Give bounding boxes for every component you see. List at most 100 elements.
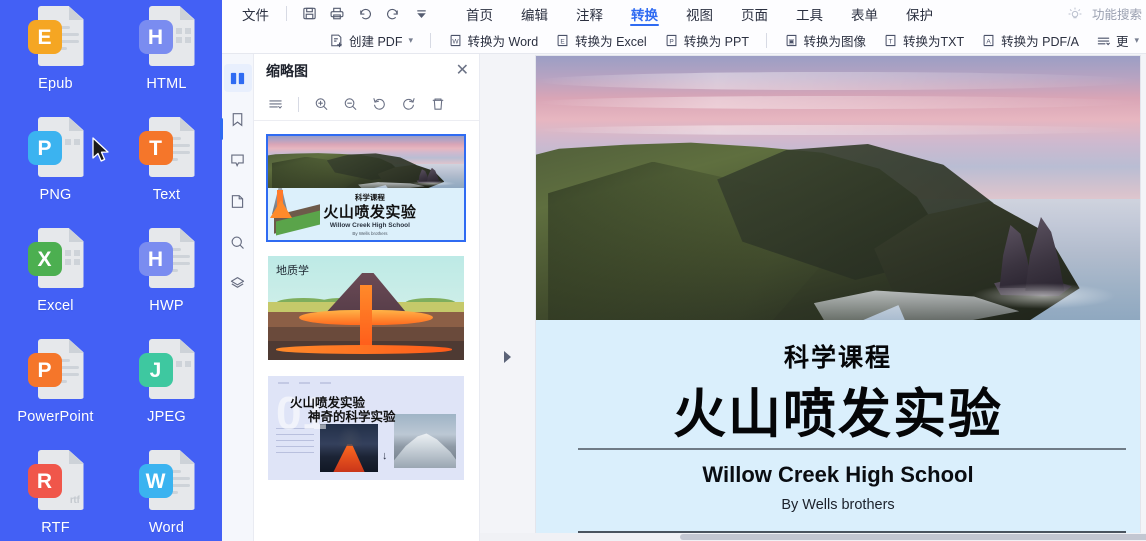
slide-2-canvas: 地质学 (268, 256, 464, 360)
page-hscrollbar[interactable] (480, 533, 1146, 541)
thumbnail-list[interactable]: 科学课程 火山喷发实验 Willow Creek High School By … (254, 122, 479, 541)
rotate-right-icon[interactable] (395, 92, 422, 116)
tab-转换[interactable]: 转换 (617, 0, 672, 27)
sidebar-item-attachments[interactable] (224, 187, 252, 215)
sidebar-item-bookmarks[interactable] (224, 105, 252, 133)
file-label: PNG (39, 187, 72, 203)
page-subtitle-cn: 科学课程 (783, 344, 893, 372)
rotate-left-icon[interactable] (366, 92, 393, 116)
tab-编辑[interactable]: 编辑 (507, 0, 562, 27)
tab-注释[interactable]: 注释 (562, 0, 617, 27)
quick-access-toolbar: 文件 (222, 3, 434, 25)
save-icon[interactable] (296, 3, 322, 25)
tab-页面[interactable]: 页面 (727, 0, 782, 27)
more-options-button[interactable]: 更 ▾ (1089, 29, 1146, 52)
close-icon[interactable]: ✕ (456, 63, 469, 79)
convert-to-image-button[interactable]: ▣ 转换为图像 (777, 29, 874, 52)
tool-label: 转换为图像 (803, 35, 867, 49)
slide-1-author: By Wells brothers (352, 231, 388, 236)
thumbnail-slide-3[interactable]: 01 火山喷发实验 神奇的科学实验 ↓ (268, 376, 464, 480)
file-label: Epub (38, 76, 73, 92)
tab-保护[interactable]: 保护 (892, 0, 947, 27)
page-title: 缩略图 (266, 63, 308, 79)
tool-label: 转换为 Word (467, 35, 539, 49)
list-options-icon[interactable] (262, 92, 289, 116)
chevron-down-icon: ▾ (408, 35, 414, 45)
ribbon-top-row: 文件 首页 编辑 注释 转换 视图 页面 工具 表单 保护 功能搜索 (222, 0, 1146, 27)
page-title-cn: 火山喷发实验 (673, 385, 1003, 444)
zoom-in-icon[interactable] (308, 92, 335, 116)
sidebar-item-search[interactable] (224, 228, 252, 256)
page-title-block: 科学课程 火山喷发实验 Willow Creek High School By … (536, 320, 1140, 540)
tool-label: 创建 PDF (349, 35, 403, 49)
convert-to-txt-icon: T (885, 34, 896, 47)
file-label: RTF (41, 520, 70, 536)
file-label: Word (148, 520, 185, 536)
convert-to-pdfa-button[interactable]: A 转换为 PDF/A (974, 29, 1086, 52)
file-badge: H (138, 242, 173, 276)
slide-1-school: Willow Creek High School (329, 222, 410, 229)
left-icon-rail (220, 54, 254, 541)
tab-表单[interactable]: 表单 (837, 0, 892, 27)
convert-to-image-icon: ▣ (786, 34, 796, 47)
lightbulb-icon[interactable] (1062, 3, 1088, 25)
file-type-powerpoint[interactable]: P PowerPoint (0, 333, 111, 425)
convert-to-excel-button[interactable]: E 转换为 Excel (548, 29, 654, 52)
page-school-name: Willow Creek High School (702, 462, 974, 487)
convert-to-txt-button[interactable]: T 转换为TXT (876, 29, 971, 52)
create-pdf-button[interactable]: 创建 PDF ▾ (322, 29, 420, 52)
svg-text:T: T (889, 38, 893, 45)
file-label: Text (152, 187, 181, 203)
document-viewer[interactable]: 科学课程 火山喷发实验 Willow Creek High School By … (480, 54, 1146, 541)
file-icon: P (27, 117, 84, 181)
slide-3-volcano-photo (320, 424, 378, 472)
convert-to-ppt-button[interactable]: P 转换为 PPT (657, 29, 756, 52)
tab-首页[interactable]: 首页 (452, 0, 507, 27)
page-hscrollbar-thumb[interactable] (680, 534, 1146, 540)
tool-label: 转换为 Excel (575, 35, 647, 49)
sidebar-item-thumbnails[interactable] (223, 64, 252, 92)
file-icon: J (138, 339, 195, 403)
file-type-grid: E Epub H HTML P PNG T Text X Excel H HWP P PowerPoint… (0, 0, 222, 541)
trash-icon[interactable] (424, 92, 451, 116)
arrow-down-icon: ↓ (382, 450, 388, 462)
svg-text:▣: ▣ (788, 38, 794, 45)
file-type-html[interactable]: H HTML (111, 0, 222, 92)
convert-to-word-button[interactable]: W 转换为 Word (441, 29, 546, 52)
slide-1-volcano-illustration (270, 186, 326, 240)
file-type-epub[interactable]: E Epub (0, 0, 111, 92)
slide-2-label: 地质学 (276, 265, 309, 277)
divider (430, 33, 431, 48)
page-hero-photo (536, 56, 1140, 320)
file-type-excel[interactable]: X Excel (0, 222, 111, 314)
file-menu-button[interactable]: 文件 (234, 4, 277, 24)
thumbnail-slide-1[interactable]: 科学课程 火山喷发实验 Willow Creek High School By … (266, 134, 466, 242)
file-type-hwp[interactable]: H HWP (111, 222, 222, 314)
thumbnail-slide-2[interactable]: 地质学 (268, 256, 464, 360)
print-icon[interactable] (324, 3, 350, 25)
file-type-rtf[interactable]: rtf R RTF (0, 444, 111, 536)
zoom-out-icon[interactable] (337, 92, 364, 116)
file-type-text[interactable]: T Text (111, 111, 222, 203)
tab-工具[interactable]: 工具 (782, 0, 837, 27)
ribbon-tabs: 首页 编辑 注释 转换 视图 页面 工具 表单 保护 (452, 0, 947, 27)
feature-search-label[interactable]: 功能搜索 (1092, 4, 1142, 23)
divider (766, 33, 767, 48)
file-badge: X (27, 242, 62, 276)
more-arrow-icon[interactable] (408, 3, 434, 25)
file-badge: P (27, 353, 62, 387)
undo-icon[interactable] (352, 3, 378, 25)
thumbnails-icon (230, 72, 245, 84)
file-icon: T (138, 117, 195, 181)
sidebar-item-layers[interactable] (224, 269, 252, 297)
file-type-jpeg[interactable]: J JPEG (111, 333, 222, 425)
file-type-word[interactable]: W Word (111, 444, 222, 536)
tab-视图[interactable]: 视图 (672, 0, 727, 27)
svg-text:P: P (669, 38, 674, 45)
redo-icon[interactable] (380, 3, 406, 25)
file-label: HWP (149, 298, 184, 314)
tool-label: 转换为 PDF/A (1001, 35, 1079, 49)
sidebar-item-comments[interactable] (224, 146, 252, 174)
slide-1-title-cn: 火山喷发实验 (323, 204, 417, 221)
collapse-panel-icon[interactable] (503, 350, 513, 364)
